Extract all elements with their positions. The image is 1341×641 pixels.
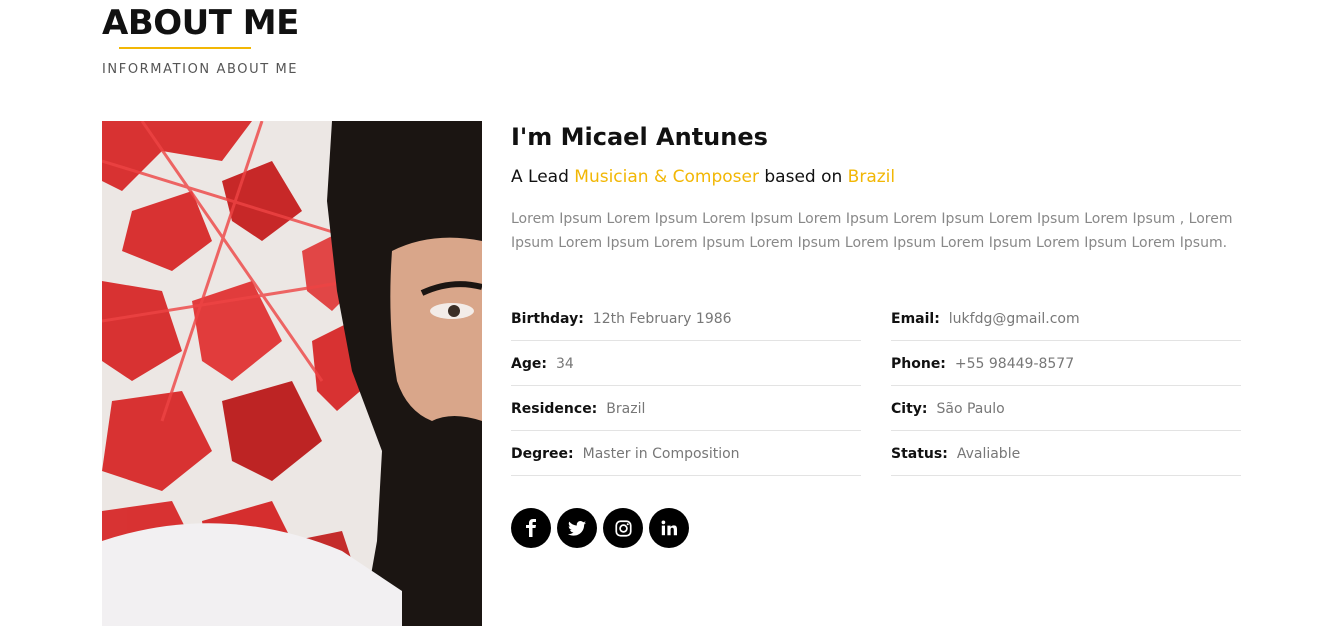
profile-name: I'm Micael Antunes xyxy=(511,123,768,151)
detail-value: 12th February 1986 xyxy=(592,310,732,327)
tagline-location: Brazil xyxy=(847,167,896,187)
detail-value: +55 98449-8577 xyxy=(954,355,1075,372)
twitter-button[interactable] xyxy=(557,508,597,548)
facebook-button[interactable] xyxy=(511,508,551,548)
profile-tagline: A Lead Musician & Composer based on Braz… xyxy=(511,167,895,187)
tagline-role: Musician & Composer xyxy=(574,167,759,187)
detail-row-status: Status: Avaliable xyxy=(891,432,1241,476)
section-title: ABOUT ME xyxy=(102,3,299,43)
instagram-icon xyxy=(614,519,632,537)
instagram-button[interactable] xyxy=(603,508,643,548)
detail-row-phone: Phone: +55 98449-8577 xyxy=(891,342,1241,386)
title-underline xyxy=(119,47,251,49)
section-subtitle: INFORMATION ABOUT ME xyxy=(102,62,299,77)
detail-value: São Paulo xyxy=(936,400,1005,417)
tagline-middle: based on xyxy=(758,167,848,187)
details-right-column: Email: lukfdg@gmail.com Phone: +55 98449… xyxy=(891,297,1241,477)
detail-value: Master in Composition xyxy=(582,445,740,462)
detail-row-age: Age: 34 xyxy=(511,342,861,386)
detail-value: Avaliable xyxy=(956,445,1021,462)
detail-row-degree: Degree: Master in Composition xyxy=(511,432,861,476)
detail-value: lukfdg@gmail.com xyxy=(948,310,1080,327)
profile-bio: Lorem Ipsum Lorem Ipsum Lorem Ipsum Lore… xyxy=(511,211,1233,251)
tagline-prefix: A Lead xyxy=(511,167,575,187)
details-left-column: Birthday: 12th February 1986 Age: 34 Res… xyxy=(511,297,861,477)
detail-label: Age: xyxy=(511,355,547,372)
detail-row-email: Email: lukfdg@gmail.com xyxy=(891,297,1241,341)
detail-label: Phone: xyxy=(891,355,946,372)
profile-photo xyxy=(102,121,482,626)
detail-row-residence: Residence: Brazil xyxy=(511,387,861,431)
facebook-icon xyxy=(526,519,536,537)
detail-label: Birthday: xyxy=(511,310,584,327)
detail-value: 34 xyxy=(555,355,574,372)
detail-label: Email: xyxy=(891,310,940,327)
linkedin-icon xyxy=(661,520,677,536)
twitter-icon xyxy=(568,520,586,536)
detail-value: Brazil xyxy=(606,400,646,417)
detail-label: Degree: xyxy=(511,445,574,462)
social-links xyxy=(511,508,689,548)
detail-row-city: City: São Paulo xyxy=(891,387,1241,431)
detail-label: Status: xyxy=(891,445,948,462)
detail-label: Residence: xyxy=(511,400,598,417)
detail-label: City: xyxy=(891,400,928,417)
detail-row-birthday: Birthday: 12th February 1986 xyxy=(511,297,861,341)
linkedin-button[interactable] xyxy=(649,508,689,548)
